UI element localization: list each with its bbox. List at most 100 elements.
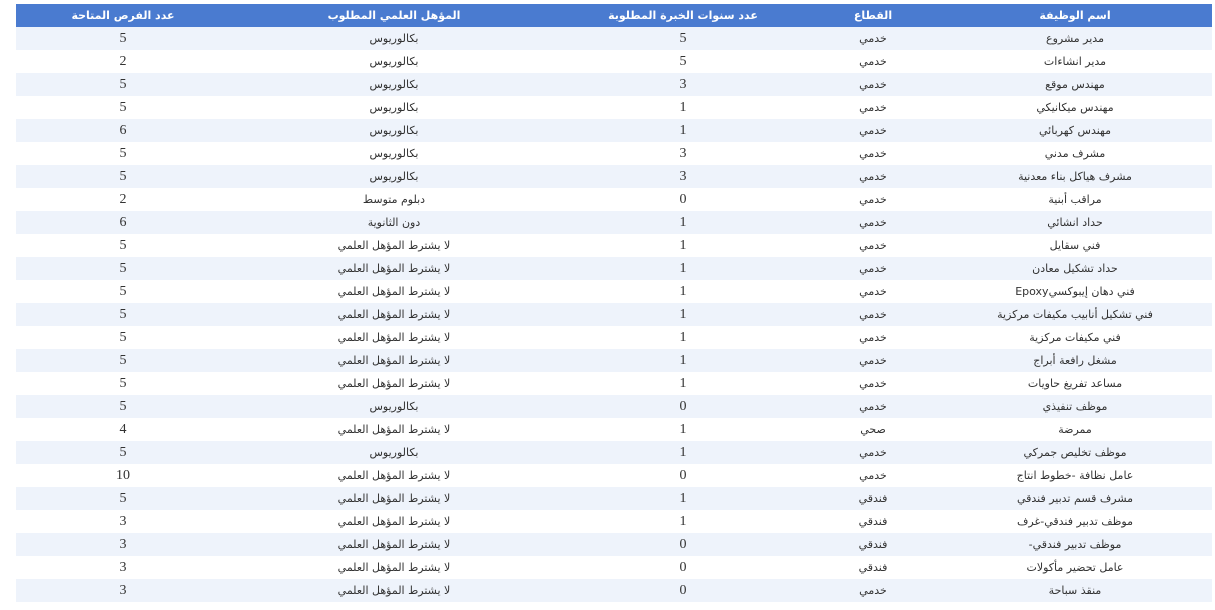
jobs-table: اسم الوظيفة القطاع عدد سنوات الخبرة المط… <box>16 4 1212 602</box>
page: اسم الوظيفة القطاع عدد سنوات الخبرة المط… <box>0 0 1215 610</box>
cell-sector: خدمي <box>808 234 938 257</box>
cell-job-title: موظف تدبير فندقي- <box>938 533 1212 556</box>
cell-openings: 10 <box>16 464 230 487</box>
cell-sector: خدمي <box>808 211 938 234</box>
table-row: مراقب أبنية خدمي 0 دبلوم متوسط 2 <box>16 188 1212 211</box>
cell-openings: 5 <box>16 395 230 418</box>
cell-job-title: مهندس كهربائي <box>938 119 1212 142</box>
cell-experience-years: 3 <box>558 142 808 165</box>
header-job-title[interactable]: اسم الوظيفة <box>938 4 1212 27</box>
cell-qualification: لا يشترط المؤهل العلمي <box>230 257 558 280</box>
cell-qualification: لا يشترط المؤهل العلمي <box>230 234 558 257</box>
cell-sector: فندقي <box>808 556 938 579</box>
table-header: اسم الوظيفة القطاع عدد سنوات الخبرة المط… <box>16 4 1212 27</box>
cell-experience-years: 1 <box>558 280 808 303</box>
cell-experience-years: 1 <box>558 211 808 234</box>
table-row: مهندس ميكانيكي خدمي 1 بكالوريوس 5 <box>16 96 1212 119</box>
cell-job-title: فني دهان إيبوكسيEpoxy <box>938 280 1212 303</box>
cell-sector: فندقي <box>808 533 938 556</box>
cell-openings: 5 <box>16 372 230 395</box>
cell-experience-years: 0 <box>558 464 808 487</box>
table-row: فني مكيفات مركزية خدمي 1 لا يشترط المؤهل ال… <box>16 326 1212 349</box>
cell-job-title: فني سقايل <box>938 234 1212 257</box>
cell-sector: صحي <box>808 418 938 441</box>
cell-job-title: مساعد تفريغ حاويات <box>938 372 1212 395</box>
cell-experience-years: 1 <box>558 441 808 464</box>
cell-openings: 3 <box>16 533 230 556</box>
cell-sector: خدمي <box>808 372 938 395</box>
cell-experience-years: 1 <box>558 257 808 280</box>
cell-experience-years: 5 <box>558 50 808 73</box>
cell-openings: 5 <box>16 349 230 372</box>
table-row: عامل نظافة -خطوط انتاج خدمي 0 لا يشترط المؤ… <box>16 464 1212 487</box>
cell-sector: خدمي <box>808 27 938 50</box>
cell-openings: 5 <box>16 280 230 303</box>
cell-openings: 5 <box>16 326 230 349</box>
cell-openings: 5 <box>16 487 230 510</box>
header-openings[interactable]: عدد الفرص المتاحة <box>16 4 230 27</box>
cell-job-title: مدير انشاءات <box>938 50 1212 73</box>
cell-experience-years: 0 <box>558 395 808 418</box>
cell-job-title: موظف تنفيذي <box>938 395 1212 418</box>
header-qualification[interactable]: المؤهل العلمي المطلوب <box>230 4 558 27</box>
cell-qualification: بكالوريوس <box>230 142 558 165</box>
cell-sector: خدمي <box>808 464 938 487</box>
cell-job-title: موظف تدبير فندقي-غرف <box>938 510 1212 533</box>
cell-experience-years: 1 <box>558 234 808 257</box>
table-row: مشرف هياكل بناء معدنية خدمي 3 بكالوريوس 5 <box>16 165 1212 188</box>
table-row: فني دهان إيبوكسيEpoxy خدمي 1 لا يشترط المؤه… <box>16 280 1212 303</box>
cell-sector: خدمي <box>808 73 938 96</box>
header-sector[interactable]: القطاع <box>808 4 938 27</box>
cell-sector: خدمي <box>808 579 938 602</box>
table-row: مهندس موقع خدمي 3 بكالوريوس 5 <box>16 73 1212 96</box>
cell-job-title: مهندس موقع <box>938 73 1212 96</box>
cell-job-title: مشغل رافعة أبراج <box>938 349 1212 372</box>
cell-openings: 6 <box>16 119 230 142</box>
cell-experience-years: 1 <box>558 326 808 349</box>
header-experience-years[interactable]: عدد سنوات الخبرة المطلوبة <box>558 4 808 27</box>
cell-sector: خدمي <box>808 395 938 418</box>
cell-sector: خدمي <box>808 142 938 165</box>
cell-job-title: مشرف قسم تدبير فندقي <box>938 487 1212 510</box>
cell-job-title: فني مكيفات مركزية <box>938 326 1212 349</box>
cell-qualification: لا يشترط المؤهل العلمي <box>230 533 558 556</box>
cell-sector: فندقي <box>808 510 938 533</box>
cell-job-title: حداد تشكيل معادن <box>938 257 1212 280</box>
cell-experience-years: 0 <box>558 579 808 602</box>
cell-sector: فندقي <box>808 487 938 510</box>
cell-qualification: لا يشترط المؤهل العلمي <box>230 372 558 395</box>
cell-openings: 5 <box>16 441 230 464</box>
cell-job-title: منقذ سباحة <box>938 579 1212 602</box>
cell-qualification: لا يشترط المؤهل العلمي <box>230 510 558 533</box>
cell-job-title: عامل نظافة -خطوط انتاج <box>938 464 1212 487</box>
cell-qualification: لا يشترط المؤهل العلمي <box>230 349 558 372</box>
cell-qualification: لا يشترط المؤهل العلمي <box>230 303 558 326</box>
cell-qualification: لا يشترط المؤهل العلمي <box>230 280 558 303</box>
cell-experience-years: 1 <box>558 418 808 441</box>
cell-openings: 6 <box>16 211 230 234</box>
cell-openings: 3 <box>16 579 230 602</box>
cell-experience-years: 0 <box>558 556 808 579</box>
table-row: مشرف مدني خدمي 3 بكالوريوس 5 <box>16 142 1212 165</box>
cell-job-title: فني تشكيل أنابيب مكيفات مركزية <box>938 303 1212 326</box>
cell-qualification: لا يشترط المؤهل العلمي <box>230 556 558 579</box>
table-row: عامل تحضير مأكولات فندقي 0 لا يشترط المؤهل … <box>16 556 1212 579</box>
table-row: حداد انشائي خدمي 1 دون الثانوية 6 <box>16 211 1212 234</box>
cell-qualification: بكالوريوس <box>230 441 558 464</box>
cell-qualification: بكالوريوس <box>230 73 558 96</box>
cell-job-title: مشرف مدني <box>938 142 1212 165</box>
cell-experience-years: 1 <box>558 510 808 533</box>
cell-openings: 5 <box>16 234 230 257</box>
table-row: موظف تنفيذي خدمي 0 بكالوريوس 5 <box>16 395 1212 418</box>
cell-experience-years: 1 <box>558 487 808 510</box>
cell-experience-years: 0 <box>558 188 808 211</box>
cell-job-title: عامل تحضير مأكولات <box>938 556 1212 579</box>
cell-sector: خدمي <box>808 165 938 188</box>
cell-openings: 5 <box>16 165 230 188</box>
cell-openings: 5 <box>16 27 230 50</box>
cell-qualification: لا يشترط المؤهل العلمي <box>230 418 558 441</box>
cell-qualification: لا يشترط المؤهل العلمي <box>230 579 558 602</box>
table-row: حداد تشكيل معادن خدمي 1 لا يشترط المؤهل الع… <box>16 257 1212 280</box>
cell-sector: خدمي <box>808 96 938 119</box>
table-row: منقذ سباحة خدمي 0 لا يشترط المؤهل العلمي 3 <box>16 579 1212 602</box>
